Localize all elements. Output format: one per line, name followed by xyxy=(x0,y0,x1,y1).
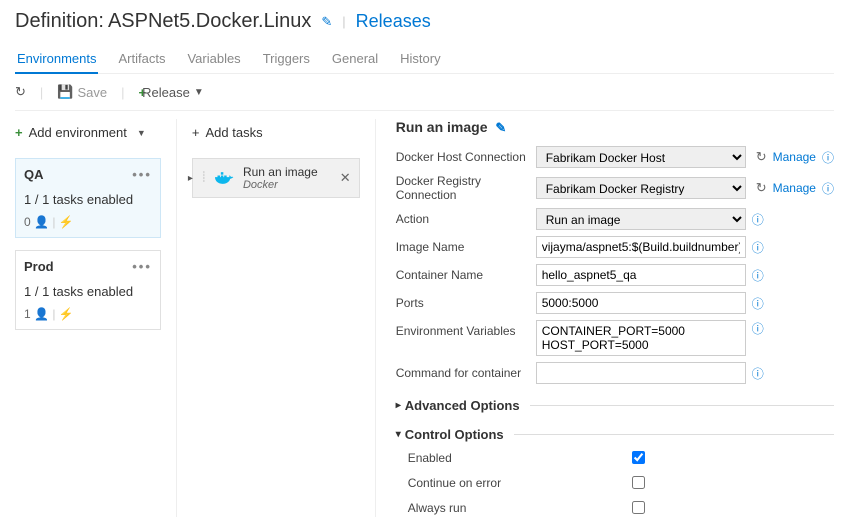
tabs-bar: Environments Artifacts Variables Trigger… xyxy=(15,37,834,74)
select-docker-registry[interactable]: Fabrikam Docker Registry xyxy=(536,177,746,199)
label-container-name: Container Name xyxy=(396,268,536,282)
expand-icon: ▸ xyxy=(396,400,401,411)
label-always: Always run xyxy=(408,501,528,515)
input-ports[interactable] xyxy=(536,292,746,314)
label-docker-registry: Docker Registry Connection xyxy=(396,174,536,202)
tab-triggers[interactable]: Triggers xyxy=(261,45,312,73)
label-docker-host: Docker Host Connection xyxy=(396,150,536,164)
user-icon: 👤 xyxy=(34,307,49,321)
details-pane: Run an image ✎ Docker Host Connection Fa… xyxy=(375,119,834,517)
env-status: 1 / 1 tasks enabled xyxy=(24,192,152,207)
checkbox-enabled[interactable] xyxy=(632,451,645,464)
info-icon[interactable]: ⓘ xyxy=(752,365,764,382)
floppy-icon: 💾 xyxy=(57,84,73,100)
toolbar: ↻ | 💾 Save | + Release ▼ xyxy=(15,74,834,110)
plus-icon: + xyxy=(15,125,23,140)
trigger-icon: ⚡ xyxy=(59,307,74,321)
task-subtitle: Docker xyxy=(243,179,318,191)
info-icon[interactable]: ⓘ xyxy=(752,295,764,312)
input-command[interactable] xyxy=(536,362,746,384)
info-icon[interactable]: ⓘ xyxy=(822,149,834,166)
env-card-prod[interactable]: Prod ••• 1 / 1 tasks enabled 1 👤 | ⚡ xyxy=(15,250,161,330)
edit-icon[interactable]: ✎ xyxy=(495,120,506,135)
checkbox-continue[interactable] xyxy=(632,476,645,489)
definition-name: ASPNet5.Docker.Linux xyxy=(108,10,311,33)
section-advanced[interactable]: ▸ Advanced Options xyxy=(396,398,834,413)
pane-title-row: Run an image ✎ xyxy=(396,119,834,146)
input-image-name[interactable] xyxy=(536,236,746,258)
releases-link[interactable]: Releases xyxy=(356,11,431,32)
tab-variables[interactable]: Variables xyxy=(185,45,242,73)
chevron-down-icon: ▼ xyxy=(137,128,146,138)
env-footer: 0 👤 | ⚡ xyxy=(24,215,152,229)
collapse-icon: ▾ xyxy=(396,429,401,440)
info-icon[interactable]: ⓘ xyxy=(822,180,834,197)
tab-artifacts[interactable]: Artifacts xyxy=(116,45,167,73)
environments-column: + Add environment ▼ QA ••• 1 / 1 tasks e… xyxy=(15,119,161,517)
input-env-vars[interactable]: CONTAINER_PORT=5000 HOST_PORT=5000 xyxy=(536,320,746,356)
label-command: Command for container xyxy=(396,366,536,380)
label-env-vars: Environment Variables xyxy=(396,320,536,338)
info-icon[interactable]: ⓘ xyxy=(752,267,764,284)
trigger-icon: ⚡ xyxy=(59,215,74,229)
manage-link[interactable]: Manage xyxy=(773,181,816,195)
info-icon[interactable]: ⓘ xyxy=(752,211,764,228)
more-icon[interactable]: ••• xyxy=(132,167,152,182)
label-enabled: Enabled xyxy=(408,451,528,465)
drag-handle-icon[interactable]: ┊ xyxy=(201,173,207,183)
section-control[interactable]: ▾ Control Options xyxy=(396,427,834,442)
tab-general[interactable]: General xyxy=(330,45,380,73)
input-container-name[interactable] xyxy=(536,264,746,286)
label-image-name: Image Name xyxy=(396,240,536,254)
plus-icon: + xyxy=(192,125,200,140)
more-icon[interactable]: ••• xyxy=(132,259,152,274)
env-card-qa[interactable]: QA ••• 1 / 1 tasks enabled 0 👤 | ⚡ xyxy=(15,158,161,238)
manage-link[interactable]: Manage xyxy=(773,150,816,164)
env-footer: 1 👤 | ⚡ xyxy=(24,307,152,321)
chevron-down-icon: ▼ xyxy=(194,87,204,98)
release-dropdown[interactable]: + Release ▼ xyxy=(139,85,204,100)
task-run-image[interactable]: ▸ ┊ Run an image Docker ✕ xyxy=(192,158,360,198)
edit-icon[interactable]: ✎ xyxy=(321,14,332,30)
caret-icon[interactable]: ▸ xyxy=(188,173,193,184)
tab-environments[interactable]: Environments xyxy=(15,45,98,74)
env-name: Prod xyxy=(24,259,54,274)
add-tasks-button[interactable]: + Add tasks xyxy=(192,119,360,146)
refresh-icon[interactable]: ↻ xyxy=(756,149,767,165)
checkbox-always[interactable] xyxy=(632,501,645,514)
info-icon[interactable]: ⓘ xyxy=(752,320,764,337)
label-continue: Continue on error xyxy=(408,476,528,490)
refresh-icon[interactable]: ↻ xyxy=(15,84,26,100)
pane-title: Run an image xyxy=(396,119,488,135)
close-icon[interactable]: ✕ xyxy=(340,170,351,186)
save-button[interactable]: 💾 Save xyxy=(57,84,107,100)
info-icon[interactable]: ⓘ xyxy=(752,239,764,256)
env-status: 1 / 1 tasks enabled xyxy=(24,284,152,299)
page-header: Definition: ASPNet5.Docker.Linux ✎ | Rel… xyxy=(15,10,834,37)
task-title: Run an image xyxy=(243,165,318,179)
user-icon: 👤 xyxy=(34,215,49,229)
refresh-icon[interactable]: ↻ xyxy=(756,180,767,196)
label-action: Action xyxy=(396,212,536,226)
label-ports: Ports xyxy=(396,296,536,310)
tab-history[interactable]: History xyxy=(398,45,442,73)
select-docker-host[interactable]: Fabrikam Docker Host xyxy=(536,146,746,168)
add-environment-button[interactable]: + Add environment ▼ xyxy=(15,119,161,146)
docker-icon xyxy=(215,169,235,187)
tasks-column: + Add tasks ▸ ┊ Run an image Docker ✕ xyxy=(176,119,360,517)
definition-prefix: Definition: xyxy=(15,10,104,33)
header-separator: | xyxy=(342,14,345,29)
select-action[interactable]: Run an image xyxy=(536,208,746,230)
env-name: QA xyxy=(24,167,44,182)
